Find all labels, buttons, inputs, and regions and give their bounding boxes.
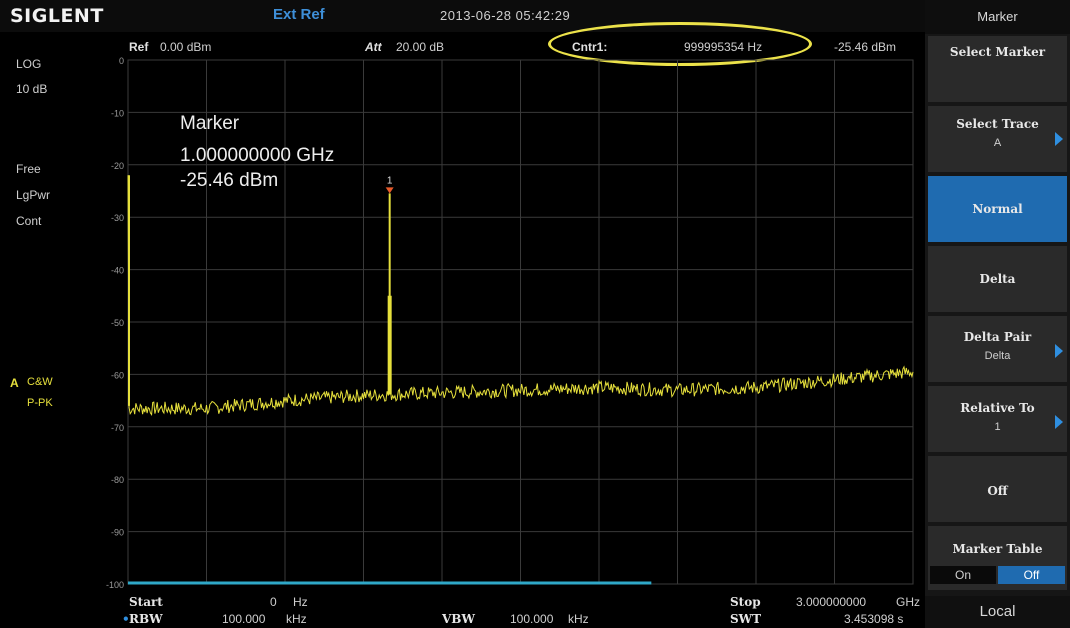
stop-unit: GHz xyxy=(896,595,920,609)
y-tick-label: -40 xyxy=(111,266,124,276)
select-trace-value: A xyxy=(993,137,1002,149)
marker-off-label: Off xyxy=(987,484,1008,498)
y-tick-label: -90 xyxy=(111,528,124,538)
local-button[interactable]: Local xyxy=(925,596,1070,628)
avg-type: LgPwr xyxy=(16,188,51,202)
side-menu-title: Marker xyxy=(925,0,1070,34)
y-tick-label: -10 xyxy=(111,108,124,118)
y-tick-label: -50 xyxy=(111,318,124,328)
y-tick-label: -30 xyxy=(111,213,124,223)
start-label: Start xyxy=(129,595,163,609)
marker-power: -25.46 dBm xyxy=(180,170,279,191)
counter-power: -25.46 dBm xyxy=(834,40,897,54)
y-tick-label: -60 xyxy=(111,370,124,380)
select-marker-button[interactable]: Select Marker 1 2 3 4 xyxy=(928,36,1067,123)
chevron-right-icon xyxy=(1055,415,1063,429)
marker-info-title: Marker xyxy=(180,113,240,134)
att-label: Att xyxy=(365,40,382,54)
select-marker-label: Select Marker xyxy=(949,45,1046,59)
vbw-unit: kHz xyxy=(568,612,589,626)
delta-pair-button[interactable]: Delta Pair Delta xyxy=(928,316,1067,382)
y-tick-label: -20 xyxy=(111,161,124,171)
delta-button[interactable]: Delta xyxy=(928,246,1067,312)
spectrum-svg: 0-10-20-30-40-50-60-70-80-90-1001 xyxy=(106,56,914,590)
delta-pair-label: Delta Pair xyxy=(963,330,1032,344)
delta-pair-value: Delta xyxy=(984,350,1011,362)
marker-table-on[interactable]: On xyxy=(930,566,996,584)
marker-1-label: 1 xyxy=(387,175,393,186)
chevron-right-icon xyxy=(1055,132,1063,146)
spectrum-plot[interactable]: 0 -10 -20 -30 -40 -50 -60 -70 -80 -90 -100 1 xyxy=(106,56,914,590)
stop-value[interactable]: 3.000000000 xyxy=(796,595,866,609)
relative-to-value: 1 xyxy=(994,421,1001,433)
y-tick-label: -70 xyxy=(111,423,124,433)
stop-label: Stop xyxy=(730,595,761,609)
y-tick-label: 0 xyxy=(119,56,124,66)
marker-frequency: 1.000000000 GHz xyxy=(180,145,335,166)
scale-div: 10 dB xyxy=(16,82,48,96)
trigger-mode: Free xyxy=(16,162,41,176)
datetime: 2013-06-28 05:42:29 xyxy=(440,8,571,23)
trace-name: A xyxy=(10,376,19,390)
swt-label: SWT xyxy=(730,612,762,626)
rbw-label: RBW xyxy=(129,612,163,626)
siglent-logo: SIGLENT xyxy=(10,5,104,27)
select-trace-label: Select Trace xyxy=(956,117,1039,131)
marker-1-icon xyxy=(385,187,394,194)
chevron-right-icon xyxy=(1055,344,1063,358)
sweep-mode: Cont xyxy=(16,214,42,228)
rbw-unit: kHz xyxy=(286,612,307,626)
marker-table-label: Marker Table xyxy=(952,542,1043,556)
att-value[interactable]: 20.00 dB xyxy=(396,40,444,54)
bottom-bar: Start 0 Hz • RBW 100.000 kHz VBW 100.000… xyxy=(0,586,925,628)
marker-table-button[interactable]: Marker Table On Off xyxy=(928,526,1067,590)
y-tick-label: -80 xyxy=(111,475,124,485)
select-trace-button[interactable]: Select Trace A xyxy=(928,106,1067,172)
marker-off-button[interactable]: Off xyxy=(928,456,1067,522)
scale-type: LOG xyxy=(16,57,42,71)
ref-value[interactable]: 0.00 dBm xyxy=(160,40,211,54)
normal-button[interactable]: Normal xyxy=(928,176,1067,242)
side-menu: Marker Select Marker 1 2 3 4 Select Trac… xyxy=(925,0,1070,628)
trace-mode: C&W xyxy=(27,376,53,388)
marker-table-off[interactable]: Off xyxy=(998,566,1065,584)
start-unit: Hz xyxy=(293,595,308,609)
delta-label: Delta xyxy=(979,272,1016,286)
ref-label: Ref xyxy=(129,40,149,54)
vbw-label: VBW xyxy=(442,612,475,626)
detector: P-PK xyxy=(27,397,53,409)
relative-to-button[interactable]: Relative To 1 xyxy=(928,386,1067,452)
rbw-value[interactable]: 100.000 xyxy=(222,612,265,626)
ext-ref-indicator: Ext Ref xyxy=(273,6,325,23)
swt-value[interactable]: 3.453098 s xyxy=(844,612,903,626)
normal-label: Normal xyxy=(972,202,1023,216)
relative-to-label: Relative To xyxy=(960,401,1035,415)
start-value[interactable]: 0 xyxy=(270,595,277,609)
vbw-value[interactable]: 100.000 xyxy=(510,612,553,626)
